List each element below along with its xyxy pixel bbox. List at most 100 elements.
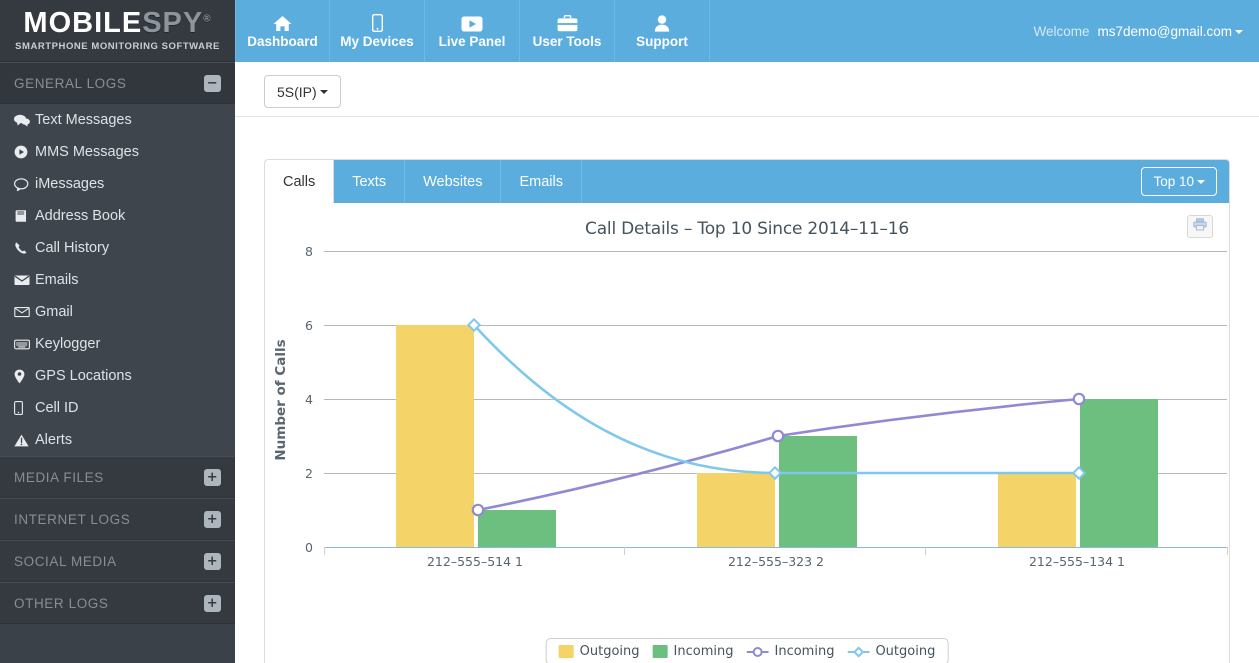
chart-y-axis-label: Number of Calls xyxy=(273,339,289,460)
keyboard-icon xyxy=(14,339,35,350)
sidebar-item-alerts[interactable]: Alerts xyxy=(0,424,235,456)
sidebar-item-label: Gmail xyxy=(35,304,73,320)
sidebar-item-label: Call History xyxy=(35,240,110,256)
bar-incoming-2 xyxy=(779,436,857,547)
sidebar-item-label: MMS Messages xyxy=(35,144,139,160)
sidebar-item-address-book[interactable]: Address Book xyxy=(0,200,235,232)
top-navigation-bar: Dashboard My Devices Live Panel User Too… xyxy=(235,0,1259,62)
legend-label: Outgoing xyxy=(875,644,936,659)
bar-incoming-3 xyxy=(1080,399,1158,547)
svg-text:8: 8 xyxy=(305,244,313,259)
sidebar-section-internet-logs[interactable]: INTERNET LOGS + xyxy=(0,498,235,540)
chart-legend: Outgoing Incoming Incoming Outgoing xyxy=(545,638,949,663)
sidebar-section-label: SOCIAL MEDIA xyxy=(14,553,117,569)
tab-label: Websites xyxy=(423,173,483,190)
sidebar-item-keylogger[interactable]: Keylogger xyxy=(0,328,235,360)
sidebar-item-cell-id[interactable]: Cell ID xyxy=(0,392,235,424)
sidebar-section-label: GENERAL LOGS xyxy=(14,75,127,91)
expand-toggle-icon[interactable]: + xyxy=(204,594,221,612)
expand-toggle-icon[interactable]: + xyxy=(204,552,221,570)
legend-label: Incoming xyxy=(673,644,734,659)
main-content: 5S(IP) Calls Texts Websites Emails Top 1… xyxy=(235,62,1259,663)
chart-y-tick-labels: 8 6 4 2 0 xyxy=(305,244,313,555)
legend-label: Outgoing xyxy=(579,644,640,659)
brand-name-spy: SPY xyxy=(142,7,204,39)
brand-logo[interactable]: MOBILESPY® SMARTPHONE MONITORING SOFTWAR… xyxy=(0,0,235,62)
nav-tab-user-tools[interactable]: User Tools xyxy=(520,0,615,62)
nav-tab-label: User Tools xyxy=(532,34,602,49)
sidebar-item-label: Text Messages xyxy=(35,112,132,128)
line-incoming-markers xyxy=(471,392,1086,517)
expand-toggle-icon[interactable]: + xyxy=(204,468,221,486)
chart-container: Call Details – Top 10 Since 2014–11–16 8… xyxy=(265,203,1229,663)
chevron-down-icon xyxy=(1235,29,1243,34)
svg-text:0: 0 xyxy=(305,540,313,555)
tab-websites[interactable]: Websites xyxy=(405,160,502,203)
brand-name: MOBILESPY® xyxy=(23,9,211,38)
tab-label: Emails xyxy=(519,173,563,190)
sidebar-section-general-logs[interactable]: GENERAL LOGS − xyxy=(0,62,235,104)
sidebar-section-other-logs[interactable]: OTHER LOGS + xyxy=(0,582,235,624)
sidebar-section-media-files[interactable]: MEDIA FILES + xyxy=(0,456,235,498)
sidebar-section-label: INTERNET LOGS xyxy=(14,511,131,527)
sidebar-item-gmail[interactable]: Gmail xyxy=(0,296,235,328)
panel-tabstrip: Calls Texts Websites Emails Top 10 xyxy=(265,160,1229,203)
legend-swatch-icon xyxy=(558,645,574,658)
tab-texts[interactable]: Texts xyxy=(334,160,406,203)
nav-tab-support[interactable]: Support xyxy=(615,0,710,62)
brand-tagline: SMARTPHONE MONITORING SOFTWARE xyxy=(15,41,220,52)
legend-item-outgoing-line[interactable]: Outgoing xyxy=(847,644,935,659)
legend-line-diamond-icon xyxy=(847,645,870,658)
sidebar-item-call-history[interactable]: Call History xyxy=(0,232,235,264)
phone-icon xyxy=(371,13,383,32)
device-toolbar: 5S(IP) xyxy=(235,62,1259,117)
svg-text:6: 6 xyxy=(305,318,313,333)
user-icon xyxy=(654,13,670,32)
x-tick-label-1: 212–555–514 1 xyxy=(427,554,523,569)
tab-emails[interactable]: Emails xyxy=(501,160,582,203)
briefcase-icon xyxy=(557,13,578,32)
legend-item-outgoing-bar[interactable]: Outgoing xyxy=(558,644,640,659)
sidebar-item-label: iMessages xyxy=(35,176,105,192)
expand-toggle-icon[interactable]: + xyxy=(204,510,221,528)
sidebar-item-label: Emails xyxy=(35,272,79,288)
nav-tab-label: My Devices xyxy=(340,34,414,49)
legend-swatch-icon xyxy=(652,645,668,658)
phone-call-icon xyxy=(14,241,35,255)
top-filter-dropdown[interactable]: Top 10 xyxy=(1141,167,1217,196)
brand-registered-mark: ® xyxy=(203,13,212,25)
sidebar-section-label: MEDIA FILES xyxy=(14,469,104,485)
legend-line-circle-icon xyxy=(746,646,769,658)
legend-item-incoming-line[interactable]: Incoming xyxy=(746,644,834,659)
comments-icon xyxy=(14,114,35,127)
tab-calls[interactable]: Calls xyxy=(265,160,335,203)
envelope-filled-icon xyxy=(14,274,35,286)
account-menu-button[interactable]: ms7demo@gmail.com xyxy=(1098,24,1243,39)
sidebar-item-emails[interactable]: Emails xyxy=(0,264,235,296)
sidebar-item-imessages[interactable]: iMessages xyxy=(0,168,235,200)
sidebar-item-label: Address Book xyxy=(35,208,126,224)
sidebar: MOBILESPY® SMARTPHONE MONITORING SOFTWAR… xyxy=(0,0,235,663)
sidebar-item-gps-locations[interactable]: GPS Locations xyxy=(0,360,235,392)
chart-plot: 8 6 4 2 0 Number of Calls 212–555–514 1 … xyxy=(265,233,1231,663)
comment-icon xyxy=(14,177,35,191)
bar-outgoing-1 xyxy=(396,325,474,547)
bar-outgoing-3 xyxy=(998,473,1076,547)
device-selector-dropdown[interactable]: 5S(IP) xyxy=(264,75,341,108)
collapse-toggle-icon[interactable]: − xyxy=(204,74,221,92)
sidebar-general-logs-items: Text Messages MMS Messages iMessages Add… xyxy=(0,104,235,456)
sidebar-item-text-messages[interactable]: Text Messages xyxy=(0,104,235,136)
sidebar-section-social-media[interactable]: SOCIAL MEDIA + xyxy=(0,540,235,582)
home-icon xyxy=(273,13,292,32)
warning-icon xyxy=(14,434,35,447)
play-circle-icon xyxy=(14,145,35,159)
nav-tab-label: Support xyxy=(636,34,688,49)
nav-tab-my-devices[interactable]: My Devices xyxy=(330,0,425,62)
sidebar-item-mms-messages[interactable]: MMS Messages xyxy=(0,136,235,168)
nav-tab-dashboard[interactable]: Dashboard xyxy=(235,0,330,62)
nav-tab-live-panel[interactable]: Live Panel xyxy=(425,0,520,62)
nav-tab-label: Dashboard xyxy=(247,34,318,49)
sidebar-item-label: GPS Locations xyxy=(35,368,132,384)
tab-label: Texts xyxy=(352,173,387,190)
legend-item-incoming-bar[interactable]: Incoming xyxy=(652,644,734,659)
